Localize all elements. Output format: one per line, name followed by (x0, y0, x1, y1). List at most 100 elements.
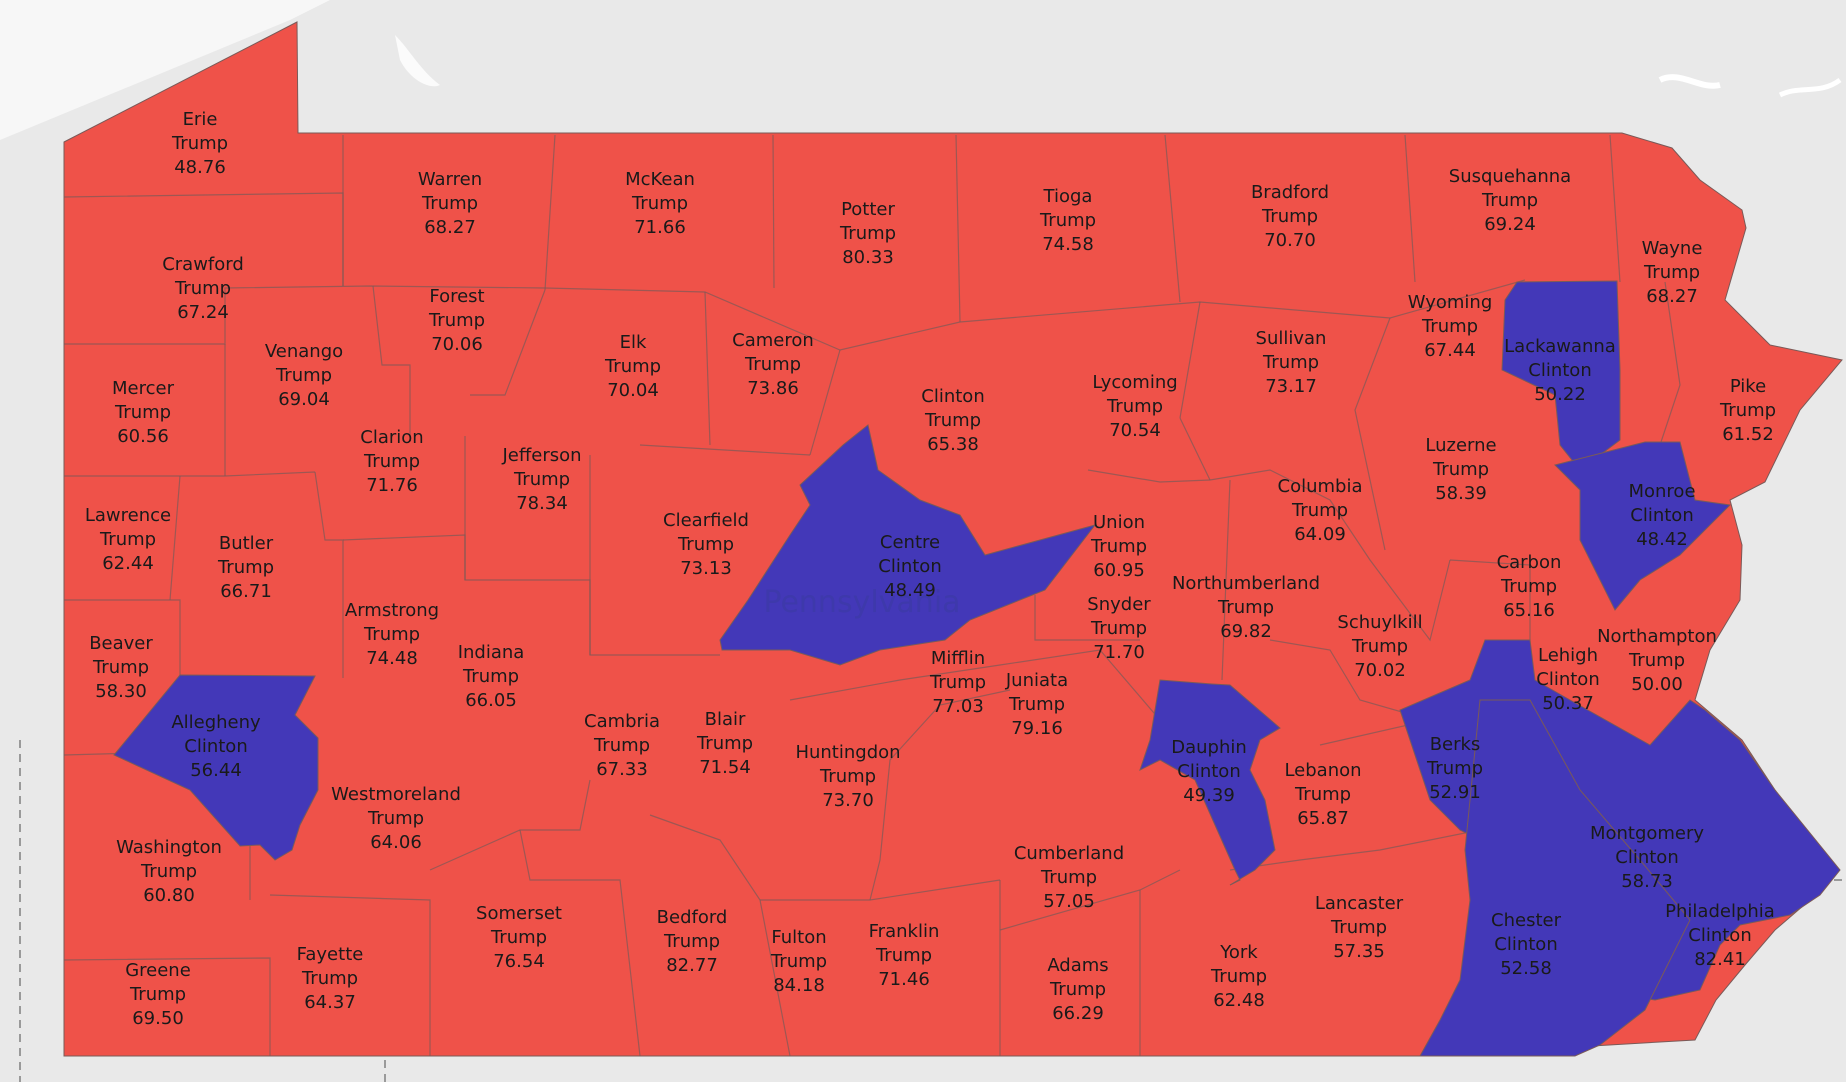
county-winner: Trump (363, 624, 420, 645)
county-label-lehigh: Lehigh Clinton 50.37 (1536, 645, 1599, 714)
county-winner: Clinton (1536, 669, 1599, 690)
county-name: Huntingdon (795, 742, 900, 763)
county-percent: 57.35 (1333, 941, 1385, 962)
county-winner: Trump (129, 984, 186, 1005)
county-percent: 60.80 (143, 885, 195, 906)
county-winner: Trump (593, 735, 650, 756)
county-percent: 49.39 (1183, 785, 1235, 806)
county-label-clarion: Clarion Trump 71.76 (360, 427, 423, 496)
county-winner: Trump (490, 927, 547, 948)
county-name: Clinton (921, 386, 984, 407)
county-name: Armstrong (345, 600, 439, 621)
county-winner: Trump (1040, 867, 1097, 888)
county-name: Blair (705, 709, 746, 730)
county-name: Lycoming (1092, 372, 1177, 393)
county-name: Adams (1047, 955, 1108, 976)
county-name: Monroe (1628, 481, 1695, 502)
county-percent: 60.95 (1093, 560, 1145, 581)
county-winner: Trump (1432, 459, 1489, 480)
county-winner: Trump (1291, 500, 1348, 521)
county-percent: 52.58 (1500, 958, 1552, 979)
county-percent: 64.06 (370, 832, 422, 853)
county-winner: Trump (770, 951, 827, 972)
county-percent: 67.24 (177, 302, 229, 323)
county-name: Butler (219, 533, 274, 554)
county-name: Mercer (112, 378, 175, 399)
county-winner: Trump (1090, 618, 1147, 639)
county-label-franklin: Franklin Trump 71.46 (869, 921, 940, 990)
pennsylvania-county-map: Pennsylvania Erie Trump 48.76 Crawford Trump… (0, 0, 1846, 1082)
county-winner: Trump (1106, 396, 1163, 417)
county-percent: 66.05 (465, 690, 517, 711)
county-winner: Clinton (1615, 847, 1678, 868)
county-percent: 67.44 (1424, 340, 1476, 361)
county-percent: 74.48 (366, 648, 418, 669)
county-percent: 65.38 (927, 434, 979, 455)
county-percent: 71.70 (1093, 642, 1145, 663)
county-name: Pike (1730, 376, 1766, 397)
county-winner: Clinton (1528, 360, 1591, 381)
county-label-mckean: McKean Trump 71.66 (625, 169, 695, 238)
county-winner: Trump (1643, 262, 1700, 283)
county-winner: Trump (1262, 352, 1319, 373)
county-winner: Trump (819, 766, 876, 787)
county-name: Juniata (1005, 670, 1068, 691)
county-percent: 73.86 (747, 378, 799, 399)
county-percent: 70.02 (1354, 660, 1406, 681)
county-name: Wyoming (1408, 292, 1493, 313)
county-percent: 58.73 (1621, 871, 1673, 892)
county-name: Cameron (732, 330, 814, 351)
county-winner: Trump (1628, 650, 1685, 671)
county-name: Centre (880, 532, 940, 553)
county-percent: 69.04 (278, 389, 330, 410)
county-label-juniata: Juniata Trump 79.16 (1005, 670, 1068, 739)
county-label-tioga: Tioga Trump 74.58 (1039, 186, 1096, 255)
county-winner: Trump (462, 666, 519, 687)
county-name: Mifflin (931, 648, 985, 669)
county-name: Cumberland (1014, 843, 1124, 864)
county-percent: 58.39 (1435, 483, 1487, 504)
county-percent: 68.27 (1646, 286, 1698, 307)
county-percent: 57.05 (1043, 891, 1095, 912)
county-percent: 61.52 (1722, 424, 1774, 445)
county-winner: Trump (92, 657, 149, 678)
county-name: Lebanon (1284, 760, 1361, 781)
county-winner: Clinton (1630, 505, 1693, 526)
county-label-centre: Centre Clinton 48.49 (878, 532, 941, 601)
county-label-fayette: Fayette Trump 64.37 (297, 944, 364, 1013)
county-name: Columbia (1278, 476, 1363, 497)
county-name: Washington (116, 837, 222, 858)
county-label-snyder: Snyder Trump 71.70 (1087, 594, 1151, 663)
county-winner: Trump (875, 945, 932, 966)
county-label-potter: Potter Trump 80.33 (839, 199, 896, 268)
county-name: Philadelphia (1665, 901, 1775, 922)
county-label-luzerne: Luzerne Trump 58.39 (1425, 435, 1496, 504)
county-name: Venango (265, 341, 343, 362)
county-name: Clarion (360, 427, 423, 448)
county-winner: Trump (99, 529, 156, 550)
county-percent: 71.66 (634, 217, 686, 238)
county-percent: 82.41 (1694, 949, 1746, 970)
county-name: Greene (125, 960, 191, 981)
county-name: Jefferson (501, 445, 581, 466)
county-percent: 82.77 (666, 955, 718, 976)
county-winner: Trump (171, 133, 228, 154)
county-name: Fulton (771, 927, 826, 948)
county-winner: Trump (140, 861, 197, 882)
county-winner: Trump (367, 808, 424, 829)
county-name: McKean (625, 169, 695, 190)
county-name: Union (1093, 512, 1145, 533)
county-percent: 69.50 (132, 1008, 184, 1029)
county-name: Sullivan (1256, 328, 1327, 349)
county-winner: Trump (301, 968, 358, 989)
county-name: Wayne (1642, 238, 1703, 259)
county-percent: 71.54 (699, 757, 751, 778)
county-winner: Trump (696, 733, 753, 754)
county-name: Montgomery (1590, 823, 1704, 844)
county-name: Northumberland (1172, 573, 1320, 594)
county-label-butler: Butler Trump 66.71 (217, 533, 274, 602)
county-winner: Trump (174, 278, 231, 299)
county-name: Erie (183, 109, 218, 130)
county-name: Northampton (1597, 626, 1717, 647)
county-name: Lawrence (85, 505, 171, 526)
